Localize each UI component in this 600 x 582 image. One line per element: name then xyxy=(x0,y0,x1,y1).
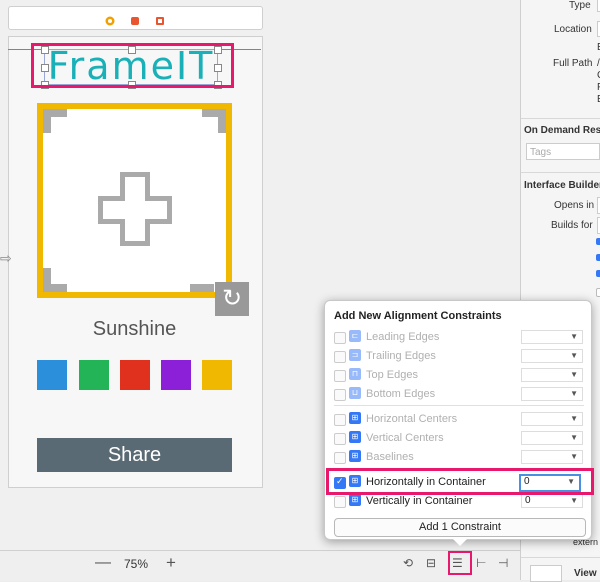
row-label: Trailing Edges xyxy=(366,350,436,362)
update-frames-icon[interactable]: ⟲ xyxy=(403,556,413,570)
vertically-in-container-checkbox[interactable] xyxy=(334,496,346,508)
constraint-row-baselines[interactable]: ⊞ Baselines ▼ xyxy=(334,449,584,467)
row-label: Leading Edges xyxy=(366,331,440,343)
plus-icon-inner xyxy=(103,201,167,219)
constraint-row-v-container[interactable]: ⊞ Vertically in Container 0 ▼ xyxy=(334,493,584,511)
divider xyxy=(334,405,584,406)
baselines-value[interactable]: ▼ xyxy=(521,450,583,464)
constraint-row-top[interactable]: ⊓ Top Edges ▼ xyxy=(334,367,584,385)
photo-caption: Sunshine xyxy=(92,318,177,340)
vertical-centers-checkbox[interactable] xyxy=(334,433,346,445)
top-edges-value[interactable]: ▼ xyxy=(521,368,583,382)
leading-edges-checkbox[interactable] xyxy=(334,332,346,344)
tags-field[interactable]: Tags xyxy=(526,143,600,160)
popover-arrow xyxy=(452,538,468,546)
builds-for-label: Builds for xyxy=(551,220,593,231)
row-label: Vertically in Container xyxy=(366,495,473,507)
bottom-edges-checkbox[interactable] xyxy=(334,389,346,401)
divider xyxy=(521,172,600,173)
constraint-row-hcenters[interactable]: ⊞ Horizontal Centers ▼ xyxy=(334,411,584,429)
checkbox[interactable] xyxy=(596,288,600,297)
type-label: Type xyxy=(569,0,591,11)
exit-icon[interactable] xyxy=(155,13,165,25)
zoom-level: 75% xyxy=(124,557,149,571)
popover-title: Add New Alignment Constraints xyxy=(334,310,502,322)
pin-icon[interactable]: ⊢ xyxy=(476,556,486,570)
horizontal-centers-checkbox[interactable] xyxy=(334,414,346,426)
entry-point-arrow-icon: ⇨ xyxy=(0,250,12,266)
row-label: Horizontal Centers xyxy=(366,413,458,425)
view-controller-icon[interactable] xyxy=(105,13,115,26)
highlight-box xyxy=(448,551,472,575)
color-swatch-yellow[interactable] xyxy=(202,360,232,390)
add-constraint-button[interactable]: Add 1 Constraint xyxy=(334,518,586,537)
baselines-checkbox[interactable] xyxy=(334,452,346,464)
trailing-edges-icon: ⊐ xyxy=(349,349,361,361)
ib-header: Interface Builder xyxy=(524,180,600,191)
constraint-row-leading[interactable]: ⊏ Leading Edges ▼ xyxy=(334,329,584,347)
top-edges-checkbox[interactable] xyxy=(334,370,346,382)
resolve-issues-icon[interactable]: ⊣ xyxy=(498,556,508,570)
embed-in-stack-icon[interactable]: ⊟ xyxy=(426,556,436,570)
leading-edges-value[interactable]: ▼ xyxy=(521,330,583,344)
view-label: View xyxy=(574,568,597,579)
color-swatch-red[interactable] xyxy=(120,360,150,390)
bottom-edges-icon: ⊔ xyxy=(349,387,361,399)
color-swatch-green[interactable] xyxy=(79,360,109,390)
vertically-in-container-icon: ⊞ xyxy=(349,494,361,506)
trailing-edges-checkbox[interactable] xyxy=(334,351,346,363)
horizontal-centers-value[interactable]: ▼ xyxy=(521,412,583,426)
rotate-icon[interactable]: ↻ xyxy=(215,282,249,316)
row-label: Bottom Edges xyxy=(366,388,436,400)
first-responder-icon[interactable] xyxy=(130,13,140,25)
row-label: Vertical Centers xyxy=(366,432,444,444)
constraint-row-bottom[interactable]: ⊔ Bottom Edges ▼ xyxy=(334,386,584,404)
opens-in-label: Opens in xyxy=(554,200,595,211)
frame-corner xyxy=(43,109,51,133)
full-path-label: Full Path xyxy=(553,58,593,69)
share-button[interactable]: Share xyxy=(37,438,232,472)
value-text: 0 xyxy=(525,495,531,506)
divider xyxy=(521,118,600,119)
path-text: / xyxy=(597,58,600,69)
trailing-edges-value[interactable]: ▼ xyxy=(521,349,583,363)
scene-dock xyxy=(8,6,263,30)
zoom-in-button[interactable]: + xyxy=(166,553,176,573)
checkbox[interactable] xyxy=(596,254,600,261)
frame-corner xyxy=(218,109,226,133)
color-swatch-blue[interactable] xyxy=(37,360,67,390)
frame-corner xyxy=(43,268,51,292)
constraint-row-trailing[interactable]: ⊐ Trailing Edges ▼ xyxy=(334,348,584,366)
top-edges-icon: ⊓ xyxy=(349,368,361,380)
checkbox[interactable] xyxy=(596,238,600,245)
row-label: Baselines xyxy=(366,451,414,463)
vertical-centers-value[interactable]: ▼ xyxy=(521,431,583,445)
checkbox[interactable] xyxy=(596,270,600,277)
highlight-box xyxy=(31,43,234,88)
on-demand-header: On Demand Reso xyxy=(524,125,600,136)
baselines-icon: ⊞ xyxy=(349,450,361,462)
highlight-box xyxy=(326,468,594,495)
constraint-row-vcenters[interactable]: ⊞ Vertical Centers ▼ xyxy=(334,430,584,448)
row-label: Top Edges xyxy=(366,369,418,381)
color-swatch-purple[interactable] xyxy=(161,360,191,390)
vertically-in-container-value[interactable]: 0 ▼ xyxy=(521,494,583,508)
zoom-out-button[interactable]: — xyxy=(95,554,111,572)
divider xyxy=(521,557,600,558)
frame-corner xyxy=(190,284,214,292)
location-label: Location xyxy=(554,24,592,35)
vertical-centers-icon: ⊞ xyxy=(349,431,361,443)
view-thumbnail xyxy=(530,565,562,582)
canvas-bottom-bar xyxy=(0,550,520,581)
bottom-edges-value[interactable]: ▼ xyxy=(521,387,583,401)
leading-edges-icon: ⊏ xyxy=(349,330,361,342)
horizontal-centers-icon: ⊞ xyxy=(349,412,361,424)
